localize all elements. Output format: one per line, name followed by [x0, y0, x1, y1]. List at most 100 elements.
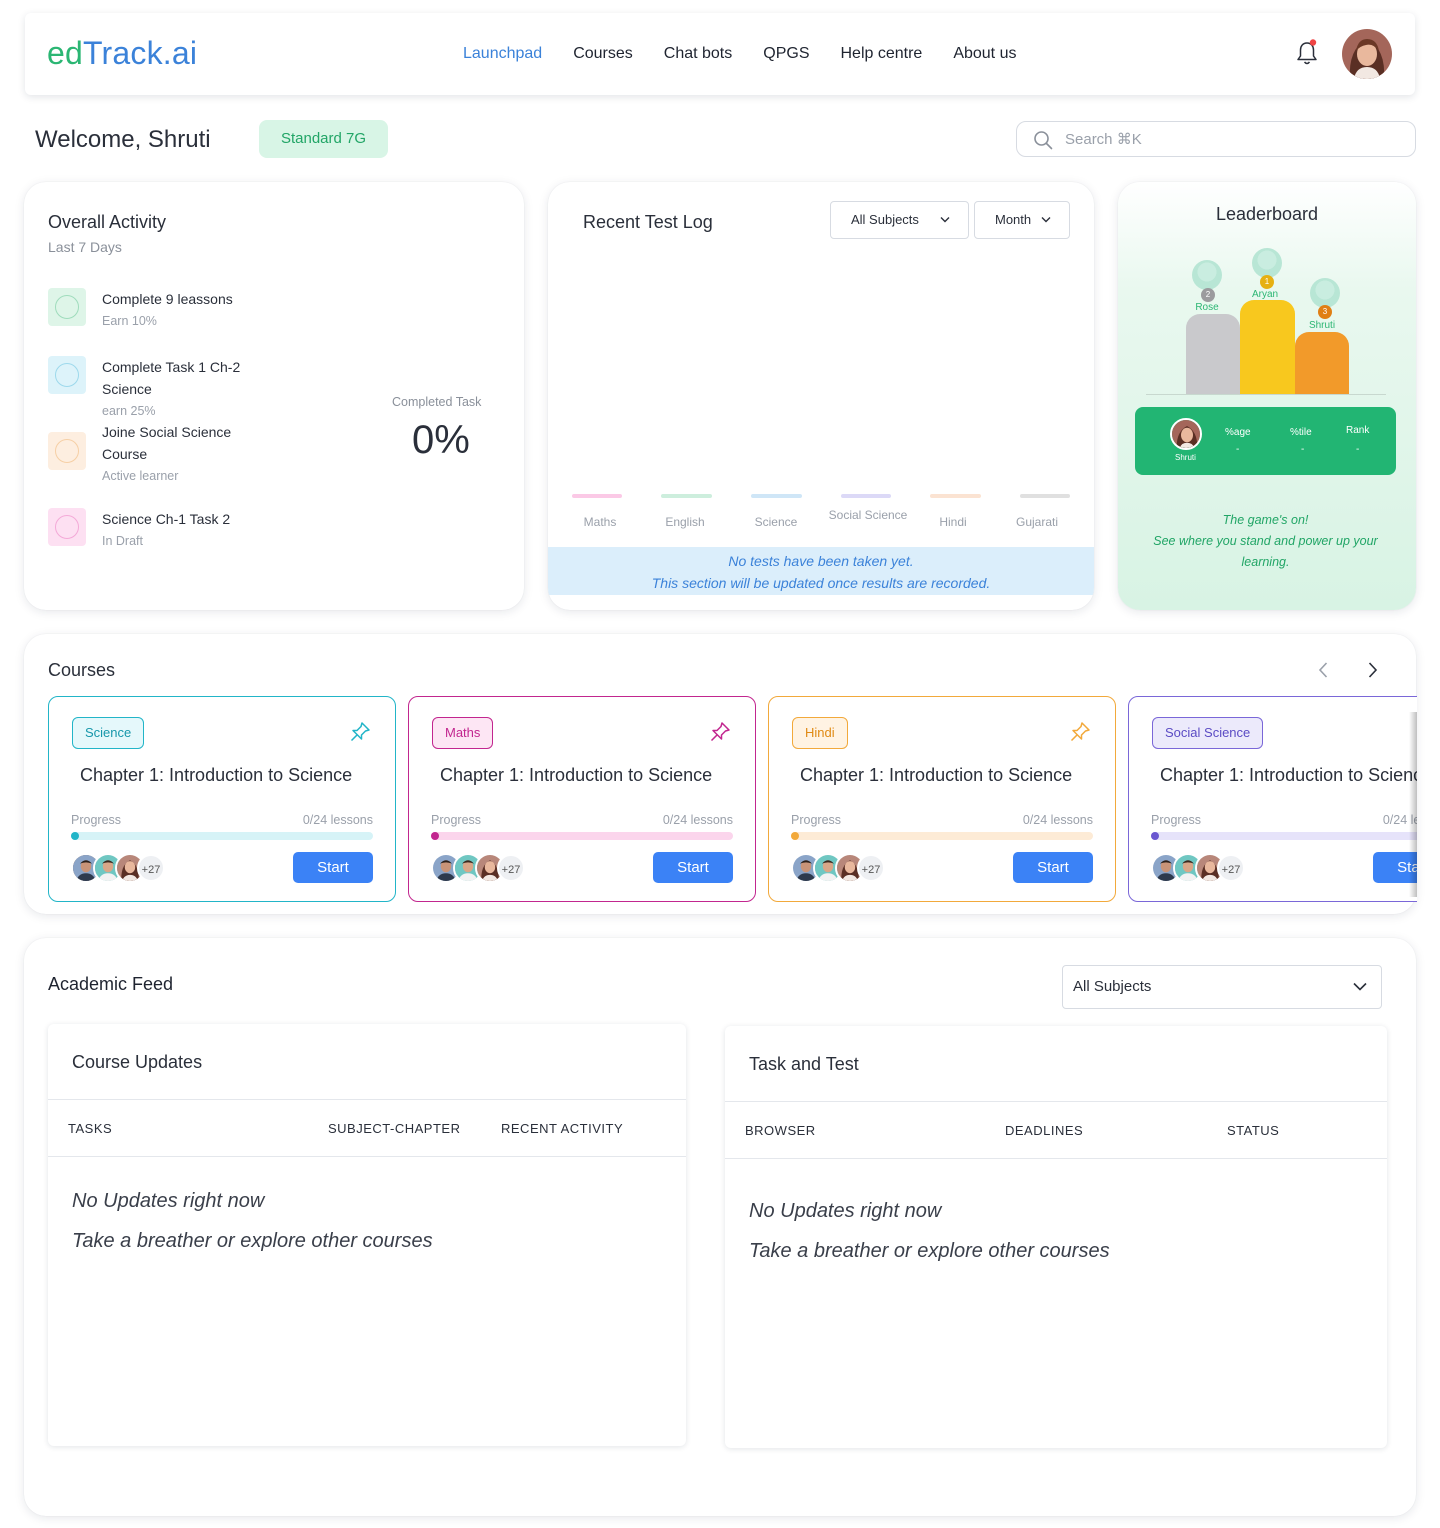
subject-bar-science: [751, 494, 802, 498]
pin-icon[interactable]: [1069, 721, 1091, 743]
subject-label-gujarati: Gujarati: [1015, 515, 1059, 529]
nav-help-centre[interactable]: Help centre: [840, 45, 922, 63]
subject-bar-english: [661, 494, 712, 498]
activity-subtitle: Last 7 Days: [48, 239, 122, 255]
podium-avatar-placeholder: [1192, 260, 1222, 290]
start-course-button[interactable]: Start: [1013, 852, 1093, 883]
column-deadlines[interactable]: DEADLINES: [1005, 1123, 1083, 1138]
chevron-right-icon[interactable]: [1362, 660, 1382, 680]
column-browser[interactable]: BROWSER: [745, 1123, 816, 1138]
edtrack-logo[interactable]: edTrack.ai: [47, 35, 197, 72]
nav-chat-bots[interactable]: Chat bots: [664, 45, 732, 63]
lessons-count: 0/24 lessons: [1022, 813, 1093, 827]
top-navbar: edTrack.ai Launchpad Courses Chat bots Q…: [25, 13, 1415, 95]
nav-launchpad[interactable]: Launchpad: [463, 45, 542, 63]
chevron-down-icon: [940, 217, 950, 223]
progress-label: Progress: [71, 813, 122, 827]
activity-item-label: Science Ch-1 Task 2: [102, 511, 231, 527]
lessons-count: 0/24 lessons: [662, 813, 733, 827]
nav-about-us[interactable]: About us: [953, 45, 1016, 63]
feed-subject-value: All Subjects: [1073, 978, 1152, 995]
activity-item-note: In Draft: [102, 534, 143, 548]
column-recent-activity[interactable]: RECENT ACTIVITY: [501, 1121, 623, 1136]
subject-tag: Maths: [432, 717, 494, 749]
nav-qpgs[interactable]: QPGS: [763, 45, 809, 63]
subject-label-science: Science: [754, 515, 798, 529]
task-test-title: Task and Test: [749, 1054, 859, 1074]
period-filter-dropdown[interactable]: Month: [974, 201, 1070, 239]
subject-label-maths: Maths: [583, 515, 617, 529]
no-tests-notice: No tests have been taken yet. This secti…: [548, 547, 1094, 595]
course-card-social-science[interactable]: Social Science Chapter 1: Introduction t…: [1128, 696, 1417, 902]
course-card-science[interactable]: Science Chapter 1: Introduction to Scien…: [48, 696, 396, 902]
subject-bar-gujarati: [1020, 494, 1070, 498]
logo-text-part2: Track.ai: [83, 35, 198, 71]
col-rank: Rank: [1346, 425, 1370, 436]
recent-test-log-card: Recent Test Log All Subjects Month Maths…: [548, 182, 1094, 610]
task-and-test-panel: Task and Test BROWSER DEADLINES STATUS N…: [725, 1026, 1387, 1448]
search-box[interactable]: [1016, 121, 1416, 157]
course-card-maths[interactable]: Maths Chapter 1: Introduction to Science…: [408, 696, 756, 902]
completed-task-value: 0%: [412, 418, 470, 462]
val-percentage: -: [1236, 444, 1240, 455]
my-avatar: [1170, 418, 1202, 450]
course-updates-title: Course Updates: [72, 1052, 203, 1072]
progress-bar: [71, 832, 373, 840]
notification-bell-icon[interactable]: [1295, 39, 1319, 67]
progress-bar: [791, 832, 1093, 840]
academic-feed-title: Academic Feed: [48, 974, 174, 994]
course-title: Chapter 1: Introduction to Science: [1160, 765, 1417, 785]
podium-third: [1295, 332, 1349, 394]
col-percentile: %tile: [1290, 427, 1312, 438]
progress-label: Progress: [1151, 813, 1202, 827]
notice-line-1: No tests have been taken yet.: [728, 553, 914, 569]
chevron-left-icon[interactable]: [1314, 660, 1334, 680]
activity-item-note: Earn 10%: [102, 314, 157, 328]
activity-status-icon: [48, 508, 86, 546]
course-updates-panel: Course Updates TASKS SUBJECT-CHAPTER REC…: [48, 1024, 686, 1446]
podium-avatar-placeholder: [1252, 248, 1282, 278]
chevron-down-icon: [1041, 217, 1051, 223]
podium-first: [1240, 300, 1295, 394]
courses-carousel: Science Chapter 1: Introduction to Scien…: [48, 696, 1417, 906]
start-course-button[interactable]: Start: [293, 852, 373, 883]
more-enrolled-count: +27: [857, 854, 885, 882]
nav-courses[interactable]: Courses: [573, 45, 633, 63]
feed-subject-dropdown[interactable]: All Subjects: [1062, 965, 1382, 1009]
progress-bar: [431, 832, 733, 840]
search-input[interactable]: [1065, 122, 1405, 156]
progress-bar: [1151, 832, 1417, 840]
chevron-down-icon: [1353, 982, 1367, 991]
rank-medal-icon: 3: [1318, 305, 1332, 319]
empty-state-subtitle: Take a breather or explore other courses: [72, 1230, 433, 1252]
search-icon: [1034, 131, 1053, 150]
notice-line-2: This section will be updated once result…: [651, 575, 991, 591]
start-course-button[interactable]: Start: [653, 852, 733, 883]
leaderboard-message: The game's on! See where you stand and p…: [1138, 510, 1393, 573]
standard-badge: Standard 7G: [259, 120, 388, 158]
empty-state-title: No Updates right now: [749, 1200, 942, 1222]
my-rank-panel: Shruti %age %tile Rank - - -: [1135, 407, 1396, 475]
more-enrolled-count: +27: [497, 854, 525, 882]
pin-icon[interactable]: [349, 721, 371, 743]
subject-filter-value: All Subjects: [851, 212, 919, 227]
activity-item-note: Active learner: [102, 469, 179, 483]
overall-activity-card: Overall Activity Last 7 Days Complete 9 …: [24, 182, 524, 610]
academic-feed-card: Academic Feed All Subjects Course Update…: [24, 938, 1416, 1516]
pin-icon[interactable]: [709, 721, 731, 743]
activity-item-label: Complete 9 leassons: [102, 291, 233, 307]
column-subject-chapter[interactable]: SUBJECT-CHAPTER: [328, 1121, 460, 1136]
val-percentile: -: [1301, 444, 1305, 455]
column-tasks[interactable]: TASKS: [68, 1121, 112, 1136]
course-card-hindi[interactable]: Hindi Chapter 1: Introduction to Science…: [768, 696, 1116, 902]
col-percentage: %age: [1225, 427, 1251, 438]
progress-label: Progress: [791, 813, 842, 827]
activity-item-note: earn 25%: [102, 404, 156, 418]
activity-status-icon: [48, 288, 86, 326]
course-title: Chapter 1: Introduction to Science: [800, 765, 1073, 785]
user-avatar[interactable]: [1342, 29, 1392, 79]
my-name: Shruti: [1175, 453, 1196, 462]
column-status[interactable]: STATUS: [1227, 1123, 1279, 1138]
divider: [48, 1099, 686, 1100]
subject-filter-dropdown[interactable]: All Subjects: [830, 201, 969, 239]
